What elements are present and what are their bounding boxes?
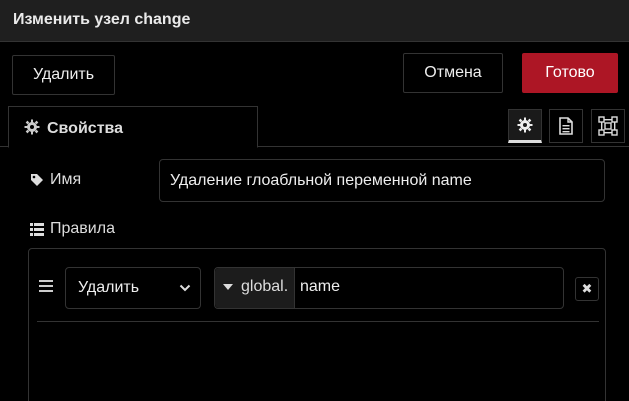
rules-list: Удалить global. name ✖ <box>28 248 606 401</box>
tab-description[interactable] <box>549 109 583 143</box>
name-label-text: Имя <box>50 171 82 188</box>
cancel-button[interactable]: Отмена <box>403 53 503 93</box>
rule-target-typed-input[interactable]: global. name <box>214 267 564 309</box>
rule-action-value: Удалить <box>78 279 140 296</box>
close-icon: ✖ <box>581 281 593 296</box>
rule-action-select[interactable]: Удалить <box>65 267 201 309</box>
remove-rule-button[interactable]: ✖ <box>575 277 599 301</box>
dialog-titlebar: Изменить узел change <box>0 0 629 42</box>
rules-label-text: Правила <box>50 220 115 237</box>
delete-button[interactable]: Удалить <box>12 55 115 95</box>
appearance-icon <box>598 116 618 136</box>
gear-icon <box>24 119 40 135</box>
name-input[interactable] <box>159 159 605 202</box>
drag-handle-icon[interactable] <box>39 280 53 295</box>
tag-icon <box>31 174 43 186</box>
rule-row-divider <box>37 321 599 322</box>
tab-settings[interactable] <box>508 109 542 143</box>
tab-appearance[interactable] <box>591 109 625 143</box>
description-icon <box>559 117 573 135</box>
target-type-label: global. <box>241 278 289 295</box>
caret-down-icon <box>223 284 233 290</box>
name-field-label: Имя <box>30 171 81 189</box>
target-type-selector[interactable]: global. <box>215 268 295 308</box>
tab-properties[interactable]: Свойства <box>8 106 258 148</box>
rules-field-label: Правила <box>30 220 115 238</box>
gear-icon <box>517 117 533 133</box>
list-icon <box>30 222 44 236</box>
done-button[interactable]: Готово <box>522 53 618 93</box>
dialog-title: Изменить узел change <box>13 11 191 28</box>
tab-properties-label: Свойства <box>47 120 124 137</box>
chevron-down-icon <box>179 284 191 292</box>
tab-bar: Свойства <box>0 103 629 148</box>
target-value[interactable]: name <box>300 278 340 296</box>
